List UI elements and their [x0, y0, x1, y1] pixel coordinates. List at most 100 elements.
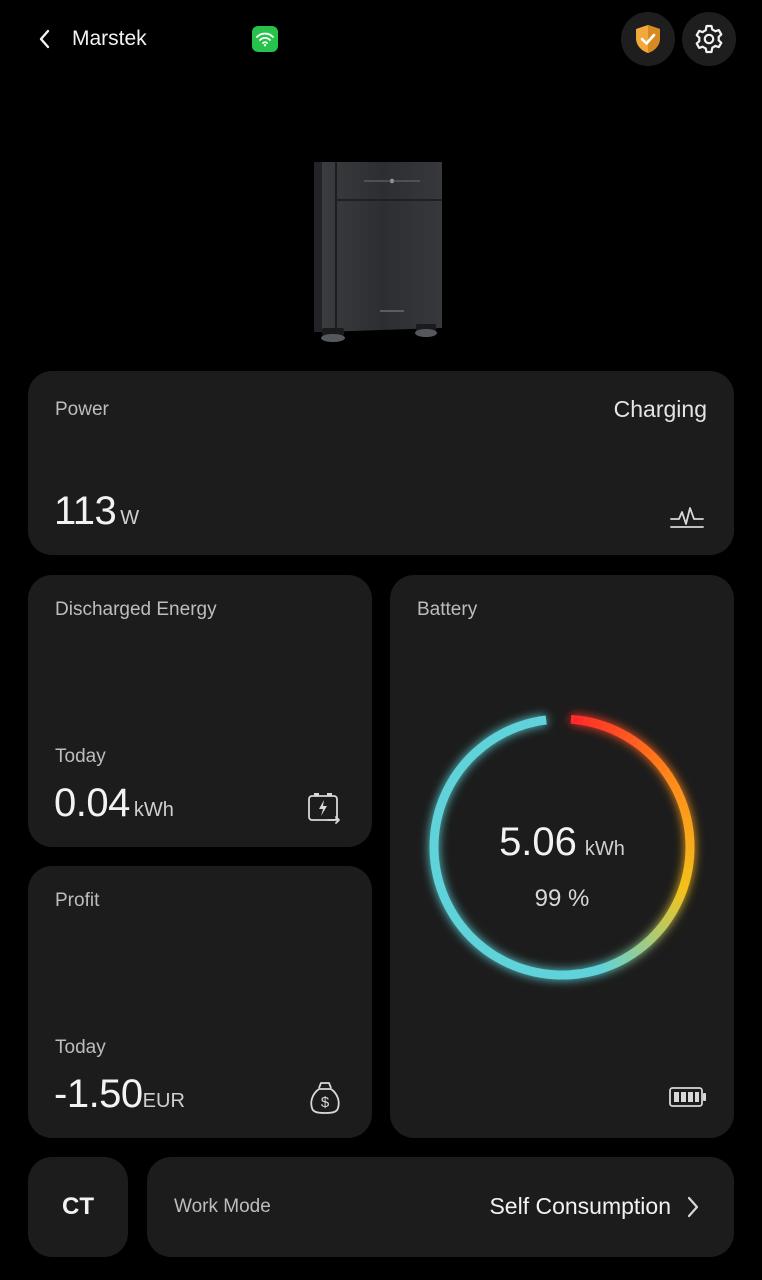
battery-ring-segment [467, 748, 480, 761]
settings-button[interactable] [682, 12, 736, 66]
battery-ring-segment [500, 956, 512, 968]
profit-card[interactable]: Profit Today -1.50EUR $ [28, 866, 372, 1138]
battery-ring-segment [648, 752, 661, 765]
battery-ring-segment [653, 924, 666, 937]
profit-period: Today [55, 1037, 106, 1058]
battery-ring-segment [671, 784, 683, 796]
battery-ring-segment [538, 968, 548, 979]
battery-ring-segment [518, 963, 529, 975]
power-value: 113 [54, 489, 117, 533]
battery-ring-segment [432, 874, 444, 885]
battery-ring-segment [577, 968, 587, 979]
battery-ring-segment [500, 726, 511, 738]
battery-ring-segment [459, 924, 471, 937]
discharged-value-wrap: 0.04 kWh [54, 781, 174, 826]
battery-ring-segment [653, 757, 665, 770]
battery-ring-segment [458, 757, 471, 770]
battery-ring-segment [682, 868, 693, 878]
battery-percent: 99 % [534, 885, 590, 912]
battery-ring-segment [570, 714, 579, 725]
battery-discharge-icon [308, 793, 340, 824]
battery-ring-segment [644, 748, 656, 760]
battery-ring-segment [623, 732, 636, 744]
battery-ring-segment [431, 868, 442, 878]
battery-ring-segment [673, 790, 686, 802]
battery-ring-segment [661, 767, 673, 780]
discharged-label: Discharged Energy [55, 599, 217, 620]
power-card[interactable]: Power Charging 113 W [28, 371, 734, 555]
battery-ring-segment [451, 768, 463, 780]
battery-ring-segment [463, 929, 476, 942]
power-status: Charging [613, 396, 707, 422]
page-title: Marstek [72, 27, 147, 50]
battery-ring-segment [618, 953, 630, 965]
battery-ring-segment [639, 743, 651, 756]
battery-ring-segment [618, 729, 630, 741]
battery-ring-segment [576, 715, 586, 726]
battery-ring-segment [644, 933, 657, 946]
battery-ring-segment [624, 949, 636, 962]
battery-ring-segment [506, 959, 517, 971]
battery-ring-segment [488, 949, 500, 962]
header: Marstek [0, 0, 762, 80]
battery-ring-segment [680, 809, 692, 820]
battery-ring-segment [634, 942, 647, 954]
work-mode-label: Work Mode [174, 1196, 271, 1217]
battery-ring-segment [525, 965, 535, 977]
profit-value: -1.50 [54, 1072, 143, 1116]
battery-ring-segment [472, 744, 485, 756]
battery-ring-segment [629, 735, 641, 748]
battery-ring-segment [589, 717, 599, 729]
wifi-icon [256, 32, 274, 47]
battery-ring-segment [441, 785, 453, 797]
device-image [300, 150, 460, 350]
battery-ring-segment [494, 953, 506, 965]
ct-button[interactable]: CT [28, 1157, 128, 1257]
discharged-energy-card[interactable]: Discharged Energy Today 0.04 kWh [28, 575, 372, 847]
battery-ring-segment [447, 773, 460, 785]
battery-ring-segment [612, 726, 624, 738]
battery-ring-segment [595, 963, 606, 975]
battery-ring-segment [613, 956, 624, 968]
battery-ring-segment [583, 967, 593, 978]
work-mode-row[interactable]: Work Mode Self Consumption [147, 1157, 734, 1257]
profit-unit: EUR [142, 1090, 185, 1112]
battery-ring-segment [478, 942, 490, 955]
battery-ring-segment [512, 961, 523, 973]
battery-ring-segment [494, 729, 506, 741]
profit-label: Profit [55, 890, 100, 911]
battery-ring-segment [657, 762, 669, 775]
battery-ring-segment [477, 739, 490, 752]
battery-ring-segment [589, 965, 600, 977]
chevron-right-icon [687, 1196, 699, 1218]
chevron-left-icon [39, 29, 50, 49]
battery-ring-segment [531, 967, 541, 978]
battery-ring-segment [676, 797, 688, 808]
battery-ring-segment [454, 762, 467, 775]
protection-button[interactable] [621, 12, 675, 66]
battery-ring-segment [634, 739, 646, 752]
power-value-wrap: 113 W [54, 489, 139, 534]
back-button[interactable] [30, 24, 60, 54]
battery-ring-segment [595, 719, 606, 731]
battery-ring-segment [629, 946, 642, 958]
battery-ring-segment [436, 797, 448, 808]
gear-icon [695, 24, 723, 54]
discharged-period: Today [55, 746, 106, 767]
battery-ring-segment [664, 773, 677, 785]
work-mode-value: Self Consumption [489, 1193, 671, 1219]
battery-ring-segment [571, 969, 580, 980]
battery-ring-segment [512, 721, 523, 733]
battery-ring-segment [607, 723, 618, 735]
battery-ring-segment [438, 791, 450, 802]
battery-ring-segment [649, 929, 661, 941]
battery-ring-segment [463, 753, 475, 765]
battery-ring-segment [661, 914, 674, 926]
battery-ring-segment [668, 779, 680, 791]
battery-ring-segment [506, 723, 517, 736]
battery-card[interactable]: Battery 5.06 kWh 99 % [390, 575, 734, 1138]
battery-ring-segment [455, 919, 467, 932]
battery-ring-segment [544, 969, 554, 980]
battery-ring-segment [518, 719, 529, 731]
battery-ring-segment [657, 919, 670, 931]
